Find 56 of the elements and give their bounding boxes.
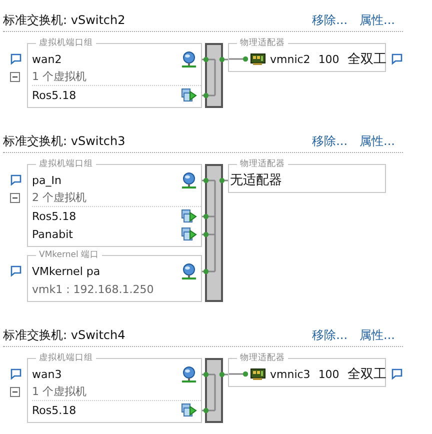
port-group-name[interactable]: wan3 [32, 368, 62, 380]
vm-name[interactable]: Ros5.18 [32, 88, 76, 102]
collapse-icon[interactable] [10, 193, 20, 203]
box-legend: 虚拟机端口组 [36, 158, 96, 170]
switch-link[interactable]: 移除... [312, 133, 348, 150]
box-legend: 虚拟机端口组 [36, 37, 96, 49]
network-icon [181, 366, 197, 382]
vmkernel-address: vmk1 : 192.168.1.250 [32, 282, 154, 296]
box-legend: 物理适配器 [237, 158, 288, 170]
network-icon [181, 262, 197, 280]
box-legend: 物理适配器 [237, 352, 288, 364]
network-icon [181, 50, 197, 68]
vm-count: 1 个虚拟机 [32, 384, 86, 399]
switch-link[interactable]: 属性... [360, 12, 395, 29]
port-connector-icon [229, 56, 249, 62]
port-group-name[interactable]: VMkernel pa [32, 264, 100, 278]
comment-icon[interactable] [391, 53, 403, 65]
switch-link[interactable]: 属性... [360, 133, 395, 150]
vm-name[interactable]: Ros5.18 [32, 210, 76, 222]
collapse-icon[interactable] [10, 72, 20, 82]
comment-icon[interactable] [10, 368, 22, 380]
nic-speed: 100 [318, 52, 340, 66]
switch-link[interactable]: 移除... [312, 12, 348, 29]
nic-name[interactable]: vmnic3 [270, 368, 310, 380]
comment-icon[interactable] [10, 53, 22, 65]
port-group-name[interactable]: pa_In [32, 174, 62, 186]
vm-name[interactable]: Panabit [32, 228, 73, 240]
switch-link[interactable]: 属性... [360, 327, 395, 344]
comment-icon[interactable] [10, 265, 22, 277]
collapse-icon[interactable] [10, 387, 20, 397]
nic-name[interactable]: vmnic2 [270, 52, 310, 66]
vm-icon [181, 208, 197, 224]
comment-icon[interactable] [10, 174, 22, 186]
switch-title: 标准交换机: vSwitch2 [3, 12, 126, 29]
switch-title: 标准交换机: vSwitch3 [3, 133, 126, 150]
vm-icon [181, 402, 197, 418]
vm-name[interactable]: Ros5.18 [32, 404, 76, 416]
switch-link[interactable]: 移除... [312, 327, 348, 344]
port-connector-icon [229, 371, 249, 377]
box-legend: 物理适配器 [237, 37, 288, 49]
nic-duplex: 全双工 [347, 366, 386, 383]
nic-duplex: 全双工 [347, 51, 386, 68]
vm-icon [181, 88, 197, 102]
nic-icon [250, 368, 266, 380]
nic-speed: 100 [318, 368, 340, 380]
comment-icon[interactable] [391, 368, 403, 380]
switch-title: 标准交换机: vSwitch4 [3, 327, 126, 344]
nic-icon [250, 53, 266, 65]
box-legend: VMkernel 端口 [36, 249, 102, 261]
box-legend: 虚拟机端口组 [36, 352, 96, 364]
vm-count: 1 个虚拟机 [32, 69, 86, 84]
no-adapter-text: 无适配器 [230, 172, 282, 189]
network-icon [181, 172, 197, 188]
port-group-name[interactable]: wan2 [32, 52, 62, 66]
vm-icon [181, 226, 197, 242]
vm-count: 2 个虚拟机 [32, 190, 86, 205]
